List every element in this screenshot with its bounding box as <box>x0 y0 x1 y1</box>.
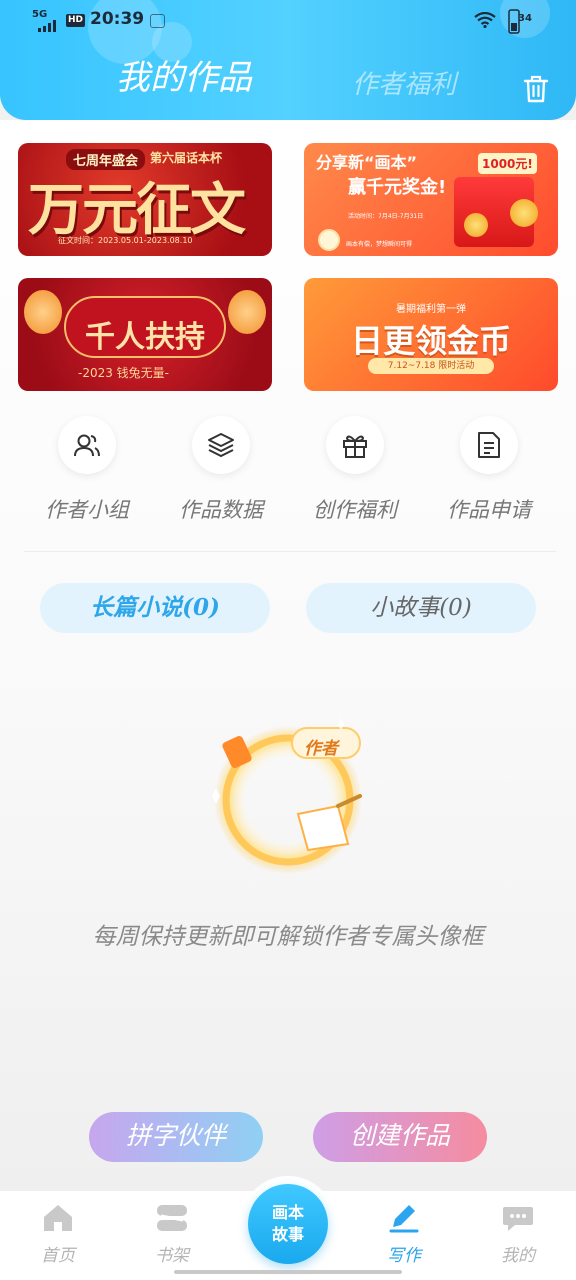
battery-level: 34 <box>518 13 532 24</box>
banner-essay-contest[interactable]: 七周年盛会 第六届话本杯 万元征文 征文时间：2023.05.01-2023.0… <box>18 143 272 256</box>
tab-short-story[interactable]: 小故事(0) <box>306 583 536 633</box>
banner-footer: 画本有偿，梦想瞬间可得 <box>346 241 413 248</box>
home-icon <box>44 1205 72 1231</box>
quick-creation-welfare[interactable]: 创作福利 <box>300 416 410 524</box>
quick-works-data[interactable]: 作品数据 <box>166 416 276 524</box>
quick-label: 作者小组 <box>45 498 129 522</box>
group-icon <box>58 416 116 474</box>
avatar-frame-illustration <box>212 718 362 874</box>
coin-graphic <box>464 213 488 237</box>
document-icon <box>460 416 518 474</box>
status-bar: 5G HD 20:39 34 <box>0 0 576 40</box>
banner-daily-update-coins[interactable]: 暑期福利第一弹 日更领金币 7.12~7.18 限时活动 <box>304 278 558 391</box>
author-badge-text: 作者 <box>304 739 338 759</box>
bookshelf-icon <box>157 1205 187 1231</box>
top-header: 5G HD 20:39 34 我的作品 作者福利 <box>0 0 576 120</box>
nav-label: 首页 <box>41 1246 75 1266</box>
center-button-ring: 画本 故事 <box>240 1176 336 1272</box>
nav-home[interactable]: 首页 <box>18 1203 98 1266</box>
banner-date: 征文时间：2023.05.01-2023.08.10 <box>58 236 193 245</box>
banner-title: 千人扶持 <box>85 320 205 355</box>
nav-mine[interactable]: 我的 <box>478 1203 558 1266</box>
nav-bookshelf[interactable]: 书架 <box>132 1203 212 1266</box>
banner-subtitle: 第六届话本杯 <box>150 151 223 165</box>
layers-icon <box>192 416 250 474</box>
picture-story-button[interactable]: 画本 故事 <box>248 1184 328 1264</box>
banner-date: 7.12~7.18 限时活动 <box>368 358 494 374</box>
wifi-icon <box>474 12 496 28</box>
create-work-button[interactable]: 创建作品 <box>313 1112 487 1162</box>
banner-title-frame: 千人扶持 <box>64 296 226 358</box>
lantern-graphic <box>228 290 266 334</box>
word-partner-button[interactable]: 拼字伙伴 <box>89 1112 263 1162</box>
nav-label: 我的 <box>501 1246 535 1266</box>
section-divider <box>24 551 556 552</box>
nav-write[interactable]: 写作 <box>364 1203 444 1266</box>
quick-label: 作品申请 <box>447 498 531 522</box>
notification-app-icon <box>150 14 165 28</box>
mascot-logo <box>318 229 340 251</box>
status-time: 20:39 <box>90 9 145 29</box>
hd-badge: HD <box>66 14 86 27</box>
banner-subtitle: -2023 钱兔无量- <box>78 366 170 380</box>
chat-bubble-icon <box>503 1207 533 1231</box>
banner-title: 分享新“画本” <box>316 153 418 172</box>
home-indicator[interactable] <box>174 1270 402 1274</box>
empty-state-message: 每周保持更新即可解锁作者专属头像框 <box>92 924 484 950</box>
tab-author-welfare[interactable]: 作者福利 <box>352 64 456 101</box>
center-button-line2: 故事 <box>271 1225 304 1244</box>
banner-date: 活动时间：7月4日-7月31日 <box>348 213 424 220</box>
banner-title: 日更领金币 <box>350 322 511 360</box>
pencil-icon <box>389 1205 419 1233</box>
quick-label: 创作福利 <box>313 498 397 522</box>
banner-subtitle: 暑期福利第一弹 <box>396 304 466 315</box>
trash-icon[interactable] <box>522 74 550 104</box>
banner-share-reward[interactable]: 分享新“画本” 赢千元奖金! 1000元! 活动时间：7月4日-7月31日 画本… <box>304 143 558 256</box>
quick-works-application[interactable]: 作品申请 <box>434 416 544 524</box>
banner-support-program[interactable]: 千人扶持 -2023 钱兔无量- <box>18 278 272 391</box>
center-button-line1: 画本 <box>271 1203 304 1222</box>
nav-label: 书架 <box>155 1246 189 1266</box>
coin-graphic <box>510 199 538 227</box>
gift-icon <box>326 416 384 474</box>
lantern-graphic <box>24 290 62 334</box>
signal-icon <box>38 20 56 32</box>
banner-title: 万元征文 <box>28 177 246 243</box>
tab-my-works[interactable]: 我的作品 <box>116 50 252 99</box>
network-indicator: 5G <box>32 9 48 20</box>
quick-author-group[interactable]: 作者小组 <box>32 416 142 524</box>
prize-tag: 1000元! <box>478 153 537 174</box>
banner-subtitle: 赢千元奖金! <box>348 177 447 198</box>
nav-label: 写作 <box>387 1246 421 1266</box>
quick-label: 作品数据 <box>179 498 263 522</box>
tab-long-novel[interactable]: 长篇小说(0) <box>40 583 270 633</box>
